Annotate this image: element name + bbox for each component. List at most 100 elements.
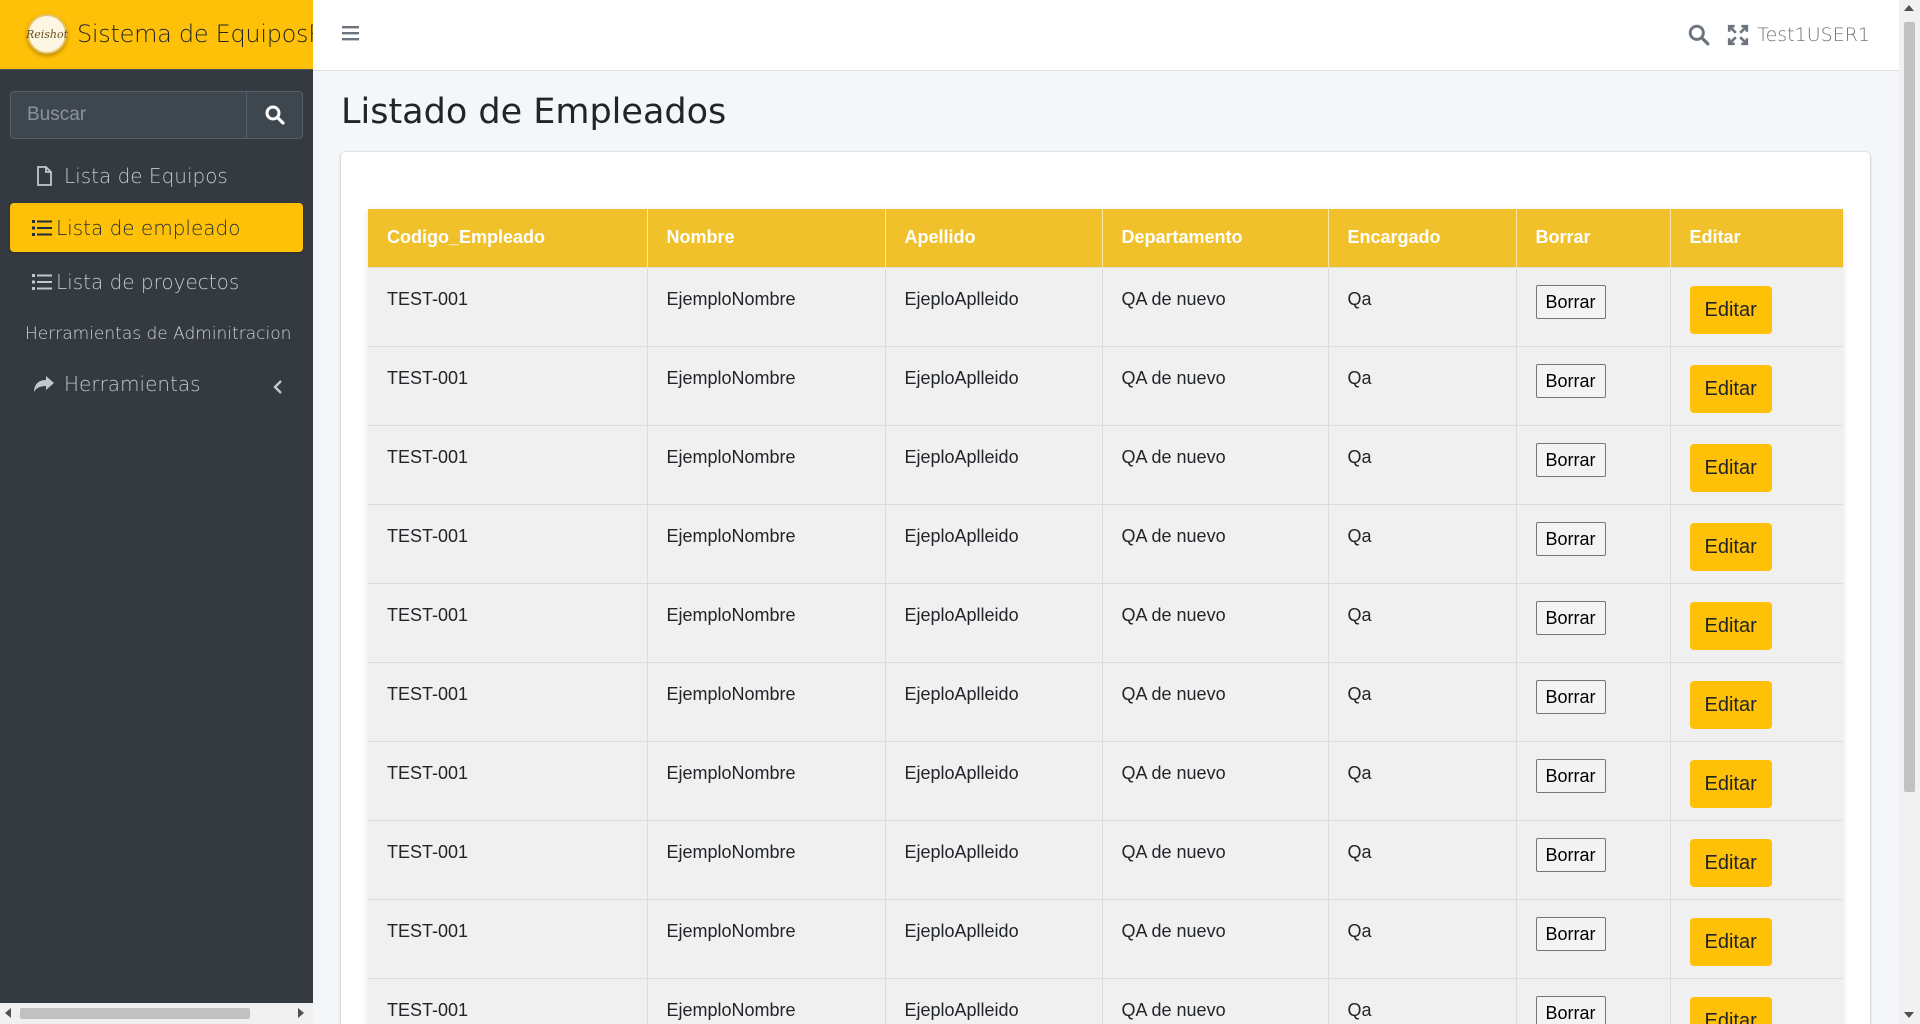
cell-nombre: EjemploNombre xyxy=(647,740,886,820)
edit-button[interactable]: Editar xyxy=(1689,285,1772,334)
scroll-down-icon[interactable] xyxy=(1904,1012,1914,1018)
table-row: TEST-001 EjemploNombre EjeploAplleido QA de… xyxy=(368,740,1843,820)
cell-departamento: QA de nuevo xyxy=(1102,977,1329,1024)
delete-button[interactable]: Borrar xyxy=(1535,679,1606,714)
cell-borrar: Borrar xyxy=(1516,582,1671,662)
scroll-up-icon[interactable] xyxy=(1904,5,1914,11)
cell-editar: Editar xyxy=(1670,819,1843,899)
sidebar-item-lista-empleado[interactable]: Lista de empleado xyxy=(10,203,303,252)
delete-button[interactable]: Borrar xyxy=(1535,600,1606,635)
search-icon xyxy=(1688,24,1710,46)
delete-button[interactable]: Borrar xyxy=(1535,995,1606,1024)
cell-encargado: Qa xyxy=(1328,424,1517,504)
edit-button[interactable]: Editar xyxy=(1689,917,1772,966)
sidebar: Reishot Sistema de EquiposRe Lista de Eq… xyxy=(0,0,313,1024)
delete-button[interactable]: Borrar xyxy=(1535,521,1606,556)
sidebar-item-label: Herramientas xyxy=(64,371,201,396)
column-header-borrar: Borrar xyxy=(1516,209,1671,267)
search-icon xyxy=(265,105,285,125)
edit-button[interactable]: Editar xyxy=(1689,996,1772,1024)
vertical-scrollbar[interactable] xyxy=(1899,0,1920,1024)
column-header-codigo[interactable]: Codigo_Empleado xyxy=(368,209,648,267)
cell-encargado: Qa xyxy=(1328,266,1517,346)
column-header-encargado[interactable]: Encargado xyxy=(1328,209,1517,267)
cell-editar: Editar xyxy=(1670,740,1843,820)
cell-departamento: QA de nuevo xyxy=(1102,661,1329,741)
expand-icon xyxy=(1727,24,1749,46)
cell-codigo: TEST-001 xyxy=(368,424,648,504)
scroll-left-icon[interactable] xyxy=(5,1008,11,1018)
horizontal-scrollbar[interactable] xyxy=(0,1003,313,1024)
delete-button[interactable]: Borrar xyxy=(1535,284,1606,319)
horizontal-scrollbar-thumb[interactable] xyxy=(20,1008,250,1019)
fullscreen-button[interactable] xyxy=(1727,24,1749,51)
cell-borrar: Borrar xyxy=(1516,266,1671,346)
menu-toggle-button[interactable] xyxy=(341,24,361,47)
column-header-editar: Editar xyxy=(1670,209,1843,267)
cell-departamento: QA de nuevo xyxy=(1102,740,1329,820)
edit-button[interactable]: Editar xyxy=(1689,364,1772,413)
cell-nombre: EjemploNombre xyxy=(647,661,886,741)
share-icon xyxy=(32,375,56,393)
delete-button[interactable]: Borrar xyxy=(1535,442,1606,477)
cell-departamento: QA de nuevo xyxy=(1102,503,1329,583)
cell-apellido: EjeploAplleido xyxy=(885,266,1103,346)
sidebar-item-lista-equipos[interactable]: Lista de Equipos xyxy=(10,151,303,200)
table-row: TEST-001 EjemploNombre EjeploAplleido QA de… xyxy=(368,898,1843,978)
top-navbar: Test1USER1 xyxy=(313,0,1900,71)
cell-departamento: QA de nuevo xyxy=(1102,582,1329,662)
sidebar-item-label: Lista de proyectos xyxy=(56,269,240,294)
sidebar-item-lista-proyectos[interactable]: Lista de proyectos xyxy=(10,257,303,306)
brand-link[interactable]: Reishot Sistema de EquiposRe xyxy=(0,0,313,70)
sidebar-item-herramientas[interactable]: Herramientas xyxy=(10,359,303,408)
cell-apellido: EjeploAplleido xyxy=(885,661,1103,741)
cell-nombre: EjemploNombre xyxy=(647,582,886,662)
cell-departamento: QA de nuevo xyxy=(1102,266,1329,346)
edit-button[interactable]: Editar xyxy=(1689,680,1772,729)
cell-apellido: EjeploAplleido xyxy=(885,898,1103,978)
table-row: TEST-001 EjemploNombre EjeploAplleido QA de… xyxy=(368,819,1843,899)
column-header-departamento[interactable]: Departamento xyxy=(1102,209,1329,267)
sidebar-search-input[interactable] xyxy=(10,91,246,139)
cell-editar: Editar xyxy=(1670,424,1843,504)
table-row: TEST-001 EjemploNombre EjeploAplleido QA de… xyxy=(368,503,1843,583)
delete-button[interactable]: Borrar xyxy=(1535,837,1606,872)
cell-nombre: EjemploNombre xyxy=(647,424,886,504)
navbar-search-button[interactable] xyxy=(1688,24,1710,51)
cell-nombre: EjemploNombre xyxy=(647,819,886,899)
cell-apellido: EjeploAplleido xyxy=(885,740,1103,820)
column-header-nombre[interactable]: Nombre xyxy=(647,209,886,267)
sidebar-search-button[interactable] xyxy=(246,91,303,139)
column-header-apellido[interactable]: Apellido xyxy=(885,209,1103,267)
list-icon xyxy=(32,219,52,237)
file-icon xyxy=(32,165,56,186)
cell-encargado: Qa xyxy=(1328,345,1517,425)
cell-borrar: Borrar xyxy=(1516,740,1671,820)
cell-borrar: Borrar xyxy=(1516,898,1671,978)
cell-editar: Editar xyxy=(1670,977,1843,1024)
edit-button[interactable]: Editar xyxy=(1689,522,1772,571)
edit-button[interactable]: Editar xyxy=(1689,759,1772,808)
scroll-right-icon[interactable] xyxy=(298,1008,304,1018)
cell-codigo: TEST-001 xyxy=(368,898,648,978)
delete-button[interactable]: Borrar xyxy=(1535,363,1606,398)
edit-button[interactable]: Editar xyxy=(1689,443,1772,492)
table-row: TEST-001 EjemploNombre EjeploAplleido QA de… xyxy=(368,661,1843,741)
delete-button[interactable]: Borrar xyxy=(1535,916,1606,951)
sidebar-item-label: Lista de empleado xyxy=(56,215,241,240)
cell-nombre: EjemploNombre xyxy=(647,898,886,978)
cell-encargado: Qa xyxy=(1328,503,1517,583)
cell-encargado: Qa xyxy=(1328,819,1517,899)
cell-encargado: Qa xyxy=(1328,898,1517,978)
chevron-left-icon xyxy=(273,375,283,399)
edit-button[interactable]: Editar xyxy=(1689,838,1772,887)
delete-button[interactable]: Borrar xyxy=(1535,758,1606,793)
table-row: TEST-001 EjemploNombre EjeploAplleido QA de… xyxy=(368,977,1843,1024)
table-row: TEST-001 EjemploNombre EjeploAplleido QA de… xyxy=(368,424,1843,504)
vertical-scrollbar-thumb[interactable] xyxy=(1904,22,1915,792)
sidebar-section-header: Herramientas de Adminitracion xyxy=(25,324,292,344)
edit-button[interactable]: Editar xyxy=(1689,601,1772,650)
cell-encargado: Qa xyxy=(1328,661,1517,741)
cell-borrar: Borrar xyxy=(1516,503,1671,583)
user-menu[interactable]: Test1USER1 xyxy=(1757,24,1870,46)
